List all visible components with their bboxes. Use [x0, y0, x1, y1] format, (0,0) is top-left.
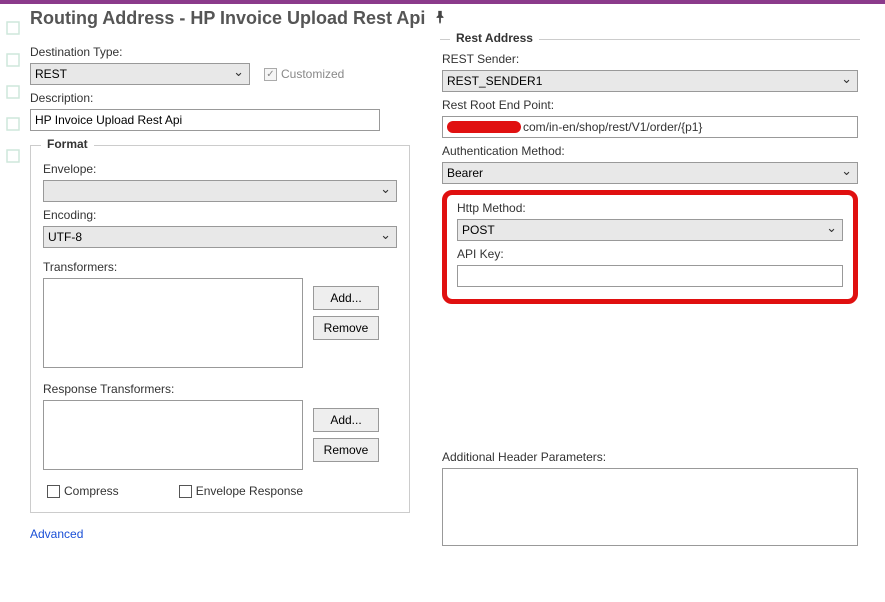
additional-headers-label: Additional Header Parameters:	[442, 450, 858, 464]
envelope-select[interactable]	[43, 180, 397, 202]
highlight-box: Http Method: POST API Key:	[442, 190, 858, 304]
description-input[interactable]	[30, 109, 380, 131]
auth-method-select[interactable]: Bearer	[442, 162, 858, 184]
transformers-label: Transformers:	[43, 260, 397, 274]
check-icon: ✓	[264, 68, 277, 81]
transformers-remove-button[interactable]: Remove	[313, 316, 379, 340]
redacted-domain	[447, 121, 521, 133]
top-accent-bar	[0, 0, 885, 4]
api-key-label: API Key:	[457, 247, 843, 261]
destination-type-select[interactable]: REST	[30, 63, 250, 85]
response-transformers-listbox[interactable]	[43, 400, 303, 470]
response-transformers-remove-button[interactable]: Remove	[313, 438, 379, 462]
encoding-select[interactable]: UTF-8	[43, 226, 397, 248]
rest-sender-select[interactable]: REST_SENDER1	[442, 70, 858, 92]
transformers-add-button[interactable]: Add...	[313, 286, 379, 310]
http-method-select[interactable]: POST	[457, 219, 843, 241]
checkbox-icon	[47, 485, 60, 498]
root-endpoint-input[interactable]: com/in-en/shop/rest/V1/order/{p1}	[442, 116, 858, 138]
encoding-label: Encoding:	[43, 208, 397, 222]
root-endpoint-label: Rest Root End Point:	[442, 98, 858, 112]
left-tool-strip	[0, 4, 26, 600]
tool-icon	[5, 148, 21, 164]
auth-method-label: Authentication Method:	[442, 144, 858, 158]
http-method-label: Http Method:	[457, 201, 843, 215]
envelope-response-label: Envelope Response	[196, 484, 303, 498]
additional-headers-textarea[interactable]	[442, 468, 858, 546]
format-fieldset: Format Envelope: Encoding: UTF-8 Transfo…	[30, 145, 410, 513]
page-title: Routing Address - HP Invoice Upload Rest…	[30, 8, 425, 29]
checkbox-icon	[179, 485, 192, 498]
pin-icon[interactable]	[433, 10, 447, 27]
envelope-response-checkbox[interactable]: Envelope Response	[179, 484, 303, 498]
response-transformers-label: Response Transformers:	[43, 382, 397, 396]
customized-checkbox: ✓ Customized	[264, 67, 344, 81]
tool-icon	[5, 116, 21, 132]
tool-icon	[5, 20, 21, 36]
tool-icon	[5, 52, 21, 68]
tool-icon	[5, 84, 21, 100]
response-transformers-add-button[interactable]: Add...	[313, 408, 379, 432]
compress-label: Compress	[64, 484, 119, 498]
description-label: Description:	[30, 91, 410, 105]
root-endpoint-tail: com/in-en/shop/rest/V1/order/{p1}	[523, 120, 702, 134]
format-legend: Format	[41, 137, 94, 151]
api-key-input[interactable]	[457, 265, 843, 287]
compress-checkbox[interactable]: Compress	[47, 484, 119, 498]
customized-label: Customized	[281, 67, 344, 81]
rest-address-legend: Rest Address	[450, 31, 539, 45]
envelope-label: Envelope:	[43, 162, 397, 176]
transformers-listbox[interactable]	[43, 278, 303, 368]
advanced-link[interactable]: Advanced	[30, 527, 83, 541]
rest-address-fieldset: Rest Address REST Sender: REST_SENDER1 R…	[440, 39, 860, 546]
rest-sender-label: REST Sender:	[442, 52, 858, 66]
destination-type-label: Destination Type:	[30, 45, 410, 59]
